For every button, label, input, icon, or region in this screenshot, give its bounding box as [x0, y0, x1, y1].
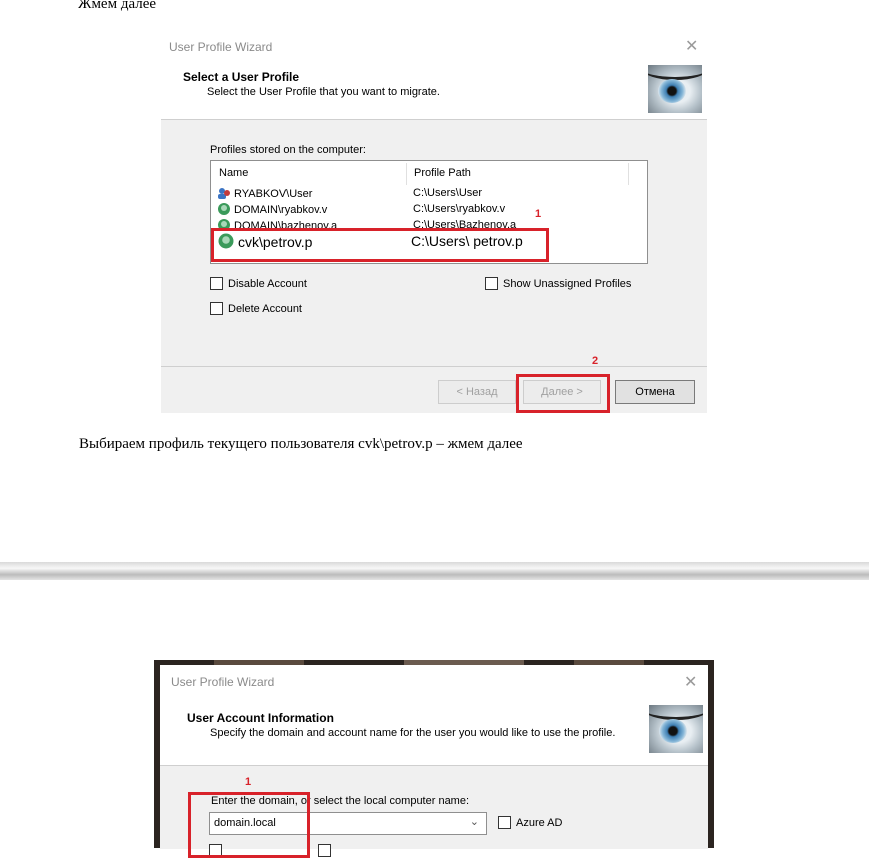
profile-name: DOMAIN\ryabkov.v: [234, 204, 328, 216]
page-divider: [0, 562, 869, 580]
user-profile-icon: [217, 219, 231, 228]
checkbox-label: Azure AD: [516, 816, 563, 829]
profile-path: C:\Users\ryabkov.v: [413, 203, 506, 215]
caption-middle: Выбираем профиль текущего пользователя c…: [79, 436, 523, 452]
close-icon[interactable]: ✕: [684, 672, 697, 692]
highlight-profile-box: [211, 228, 549, 262]
checkbox-box[interactable]: [210, 277, 223, 290]
dropdown-arrow-icon[interactable]: ⌄: [470, 815, 479, 828]
list-item[interactable]: DOMAIN\bazhenov.a C:\Users\Bazhenov.a: [217, 219, 637, 228]
checkbox-label: Disable Account: [228, 277, 307, 290]
eye-logo-icon: [649, 705, 703, 753]
list-item[interactable]: DOMAIN\ryabkov.v C:\Users\ryabkov.v: [217, 203, 637, 219]
column-separator[interactable]: [406, 163, 407, 185]
column-name[interactable]: Name: [219, 167, 248, 179]
column-profile-path[interactable]: Profile Path: [414, 167, 471, 179]
checkbox-label: Show Unassigned Profiles: [503, 277, 632, 290]
wizard-subheading: Specify the domain and account name for …: [210, 727, 616, 739]
azure-ad-checkbox[interactable]: Azure AD: [498, 816, 562, 829]
checkbox-box[interactable]: [318, 844, 331, 857]
back-button[interactable]: < Назад: [438, 380, 516, 404]
profile-name: RYABKOV\User: [234, 188, 313, 200]
user-profile-icon: [217, 187, 231, 199]
marker-number: 2: [592, 355, 599, 367]
checkbox-box[interactable]: [498, 816, 511, 829]
marker-number: 1: [535, 208, 542, 220]
user-profile-icon: [217, 203, 231, 215]
wizard-heading: Select a User Profile: [183, 70, 300, 84]
dialog-title: User Profile Wizard: [171, 675, 275, 689]
partial-checkbox[interactable]: [318, 844, 331, 857]
checkbox-box[interactable]: [210, 302, 223, 315]
column-separator[interactable]: [628, 163, 629, 185]
disable-account-checkbox[interactable]: Disable Account: [210, 277, 307, 290]
profile-name: DOMAIN\bazhenov.a: [234, 220, 338, 228]
eye-logo-icon: [648, 65, 702, 113]
profile-path: C:\Users\User: [413, 187, 483, 199]
wizard-heading: User Account Information: [187, 711, 334, 725]
user-account-information-dialog: User Profile Wizard ✕ User Account Infor…: [160, 665, 708, 858]
highlight-domain-box: [188, 792, 310, 858]
show-unassigned-checkbox[interactable]: Show Unassigned Profiles: [485, 277, 631, 290]
checkbox-box[interactable]: [485, 277, 498, 290]
close-icon[interactable]: ✕: [685, 36, 698, 56]
dialog-title: User Profile Wizard: [169, 40, 273, 54]
checkbox-label: Delete Account: [228, 302, 302, 315]
highlight-next-box: [516, 374, 610, 413]
cancel-button[interactable]: Отмена: [615, 380, 695, 404]
profile-path: C:\Users\Bazhenov.a: [413, 219, 517, 228]
caption-top: Жмем далее: [78, 0, 157, 12]
wizard-footer: < Назад Далее > Отмена: [161, 366, 707, 413]
marker-number: 1: [245, 776, 252, 788]
wizard-subheading: Select the User Profile that you want to…: [207, 86, 440, 98]
list-item[interactable]: RYABKOV\User C:\Users\User: [217, 187, 637, 203]
user-profile-wizard-dialog: User Profile Wizard ✕ Select a User Prof…: [161, 32, 707, 413]
delete-account-checkbox[interactable]: Delete Account: [210, 302, 302, 315]
profiles-label: Profiles stored on the computer:: [210, 144, 366, 156]
